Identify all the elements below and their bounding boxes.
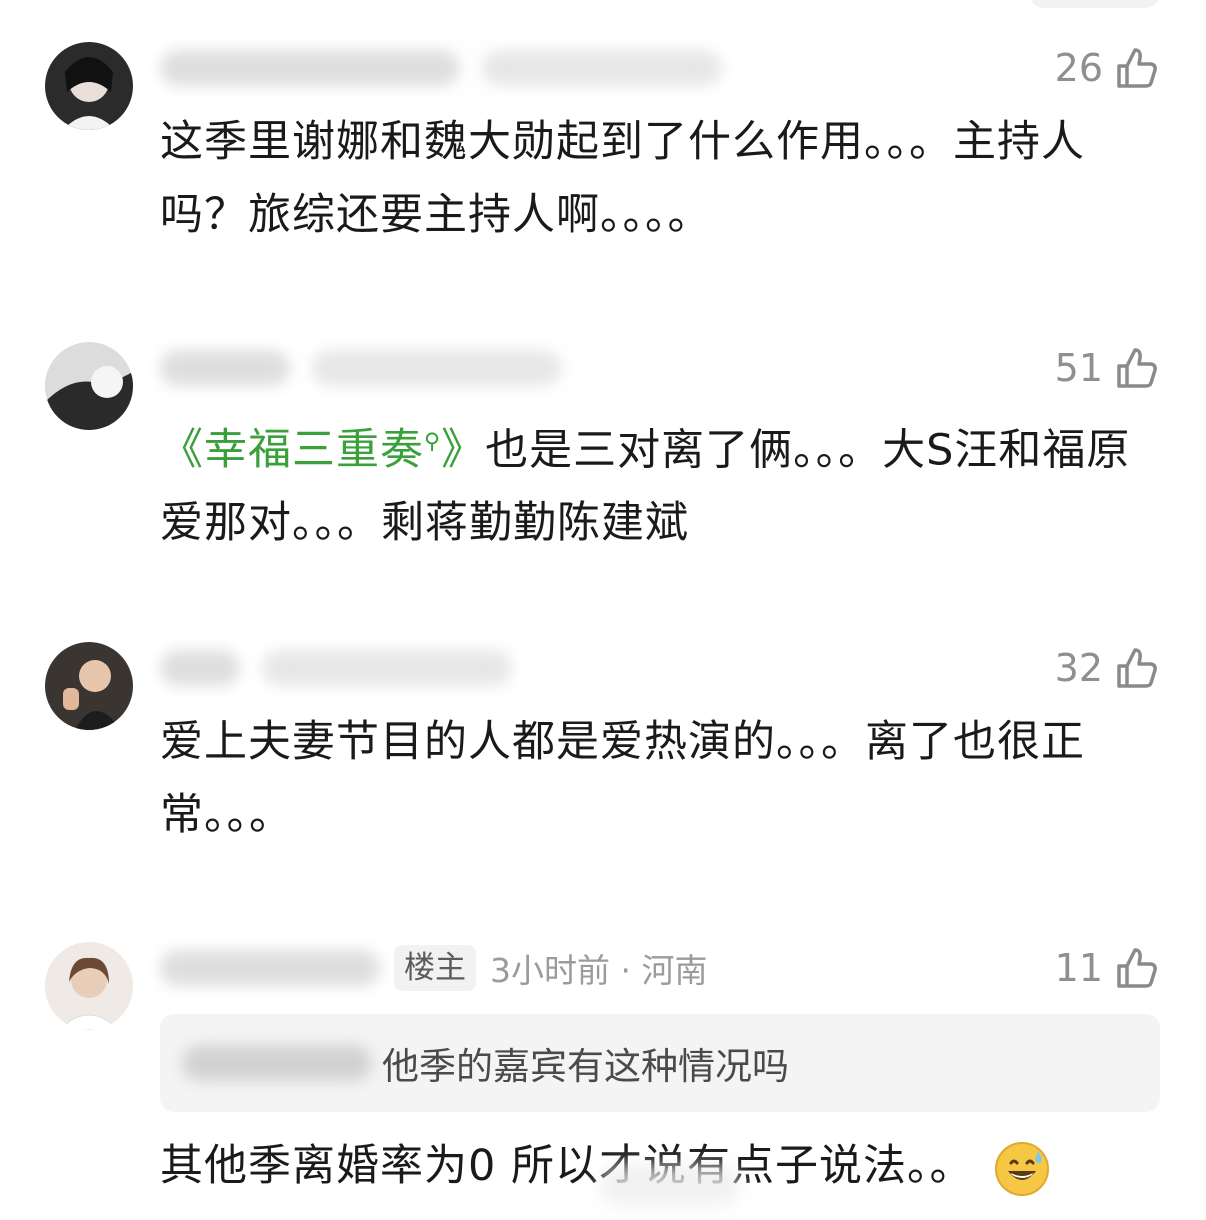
time-blurred bbox=[482, 50, 722, 86]
reply-quote[interactable]: 他季的嘉宾有这种情况吗 bbox=[160, 1014, 1160, 1112]
quoted-username-blurred bbox=[182, 1045, 372, 1081]
thumbs-up-icon bbox=[1117, 48, 1157, 88]
topic-link-suffix[interactable]: 》 bbox=[441, 425, 485, 475]
time-blurred bbox=[262, 650, 512, 686]
time-blurred bbox=[312, 350, 562, 386]
username-blurred[interactable] bbox=[160, 50, 460, 86]
like-button[interactable]: 26 bbox=[1055, 44, 1161, 92]
thumbs-up-icon bbox=[1117, 948, 1157, 988]
like-count: 26 bbox=[1054, 46, 1103, 90]
comment-meta bbox=[160, 648, 512, 688]
topic-link[interactable]: 《幸福三重奏⚲》 bbox=[160, 425, 485, 475]
like-button[interactable]: 11 bbox=[1055, 944, 1161, 992]
grinning-sweat-emoji bbox=[994, 1141, 1049, 1196]
watermark-blur bbox=[600, 1165, 740, 1205]
avatar[interactable] bbox=[45, 42, 133, 130]
comment-text-body: 其他季离婚率为0 所以才说有点子说法。。 bbox=[160, 1141, 974, 1191]
time-location: 3小时前 · 河南 bbox=[490, 951, 708, 990]
username-blurred[interactable] bbox=[160, 650, 240, 686]
comment-meta: 楼主 3小时前 · 河南 bbox=[160, 945, 707, 991]
username-blurred[interactable] bbox=[160, 950, 380, 986]
top-pill bbox=[1030, 0, 1160, 8]
like-count: 32 bbox=[1054, 646, 1103, 690]
like-count: 51 bbox=[1054, 346, 1103, 390]
comment-text: 这季里谢娜和魏大勋起到了什么作用。。。主持人吗？旅综还要主持人啊。。。。 bbox=[160, 117, 1085, 240]
avatar[interactable] bbox=[45, 942, 133, 1030]
search-icon: ⚲ bbox=[424, 430, 442, 455]
like-button[interactable]: 32 bbox=[1055, 644, 1161, 692]
thumbs-up-icon bbox=[1117, 348, 1157, 388]
thumbs-up-icon bbox=[1117, 648, 1157, 688]
avatar[interactable] bbox=[45, 642, 133, 730]
comment-text: 爱上夫妻节目的人都是爱热演的。。。离了也很正常。。。 bbox=[160, 717, 1085, 840]
quote-text: 他季的嘉宾有这种情况吗 bbox=[382, 1045, 789, 1088]
like-button[interactable]: 51 bbox=[1055, 344, 1161, 392]
topic-link-text[interactable]: 《幸福三重奏 bbox=[160, 425, 424, 475]
username-blurred[interactable] bbox=[160, 350, 290, 386]
comment-meta bbox=[160, 348, 562, 388]
like-count: 11 bbox=[1054, 946, 1103, 990]
comment-meta bbox=[160, 48, 722, 88]
avatar[interactable] bbox=[45, 342, 133, 430]
comment-text: 《幸福三重奏⚲》也是三对离了俩。。。大S汪和福原爱那对。。。剩蒋勤勤陈建斌 bbox=[160, 406, 1140, 560]
owner-badge: 楼主 bbox=[394, 945, 476, 991]
